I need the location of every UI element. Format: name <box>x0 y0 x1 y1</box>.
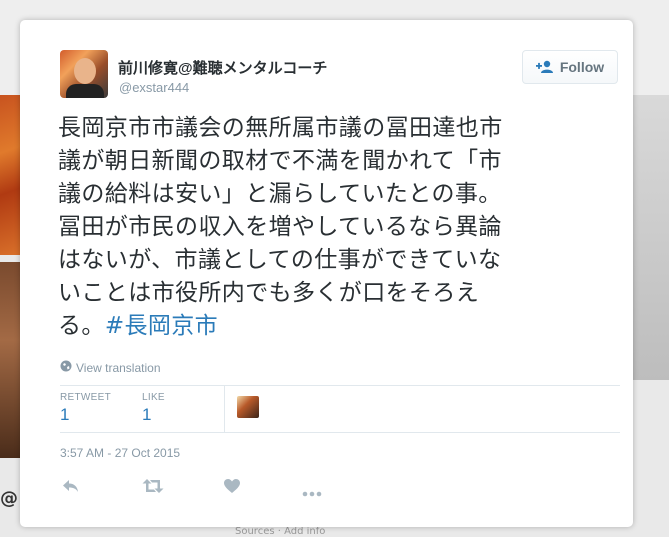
avatar-face <box>74 58 96 84</box>
avatar-shirt <box>66 84 104 98</box>
background-image-left-top <box>0 95 20 255</box>
hashtag-link[interactable]: #長岡京市 <box>105 313 218 339</box>
tweet-card: 前川修寛@難聴メンタルコーチ @exstar444 Follow 長岡京市市議会… <box>20 20 633 527</box>
retweet-count: 1 <box>60 405 70 424</box>
view-translation-label: View translation <box>76 360 161 375</box>
liker-avatar[interactable] <box>237 396 259 418</box>
follow-person-plus-icon <box>535 60 554 74</box>
tweet-stats: RETWEET 1 LIKE 1 <box>60 386 620 432</box>
tweet-text-line: 長岡京市市議会の無所属市議の冨田達也市 <box>58 115 503 141</box>
stats-separator <box>224 386 225 432</box>
more-icon[interactable] <box>302 482 322 501</box>
background-text-fragment: @ <box>0 488 18 509</box>
background-image-left-bottom <box>0 262 20 458</box>
display-name[interactable]: 前川修寛@難聴メンタルコーチ <box>118 57 327 78</box>
user-handle[interactable]: @exstar444 <box>119 80 189 95</box>
tweet-text: 長岡京市市議会の無所属市議の冨田達也市 議が朝日新聞の取材で不満を聞かれて「市 … <box>58 112 614 343</box>
tweet-timestamp[interactable]: 3:57 AM - 27 Oct 2015 <box>60 446 180 460</box>
background-image-right <box>633 95 669 380</box>
avatar[interactable] <box>60 50 108 98</box>
reply-icon[interactable] <box>62 478 80 498</box>
view-translation-link[interactable]: View translation <box>60 360 161 375</box>
globe-icon <box>60 360 72 375</box>
tweet-text-line: 冨田が市民の収入を増やしているなら異論 <box>58 214 502 240</box>
retweet-stat[interactable]: RETWEET 1 <box>60 392 111 425</box>
like-stat[interactable]: LIKE 1 <box>142 392 165 425</box>
tweet-text-line: いことは市役所内でも多くが口をそろえ <box>58 280 480 306</box>
tweet-text-last-line: る。#長岡京市 <box>58 310 614 343</box>
like-stat-label: LIKE <box>142 392 165 403</box>
tweet-text-line: 議が朝日新聞の取材で不満を聞かれて「市 <box>58 148 502 174</box>
heart-icon[interactable] <box>223 478 241 498</box>
tweet-text-line: はないが、市議としての仕事ができていな <box>58 247 502 273</box>
background-footer-text: Sources · Add info <box>235 526 326 537</box>
retweet-icon[interactable] <box>142 478 164 498</box>
tweet-text-line: 議の給料は安い」と漏らしていたとの事。 <box>58 181 502 207</box>
tweet-text-prefix: る。 <box>58 313 105 339</box>
follow-button[interactable]: Follow <box>522 50 618 84</box>
follow-label: Follow <box>559 59 605 75</box>
retweet-stat-label: RETWEET <box>60 392 111 403</box>
like-count: 1 <box>142 405 152 424</box>
divider-bottom <box>60 432 620 433</box>
